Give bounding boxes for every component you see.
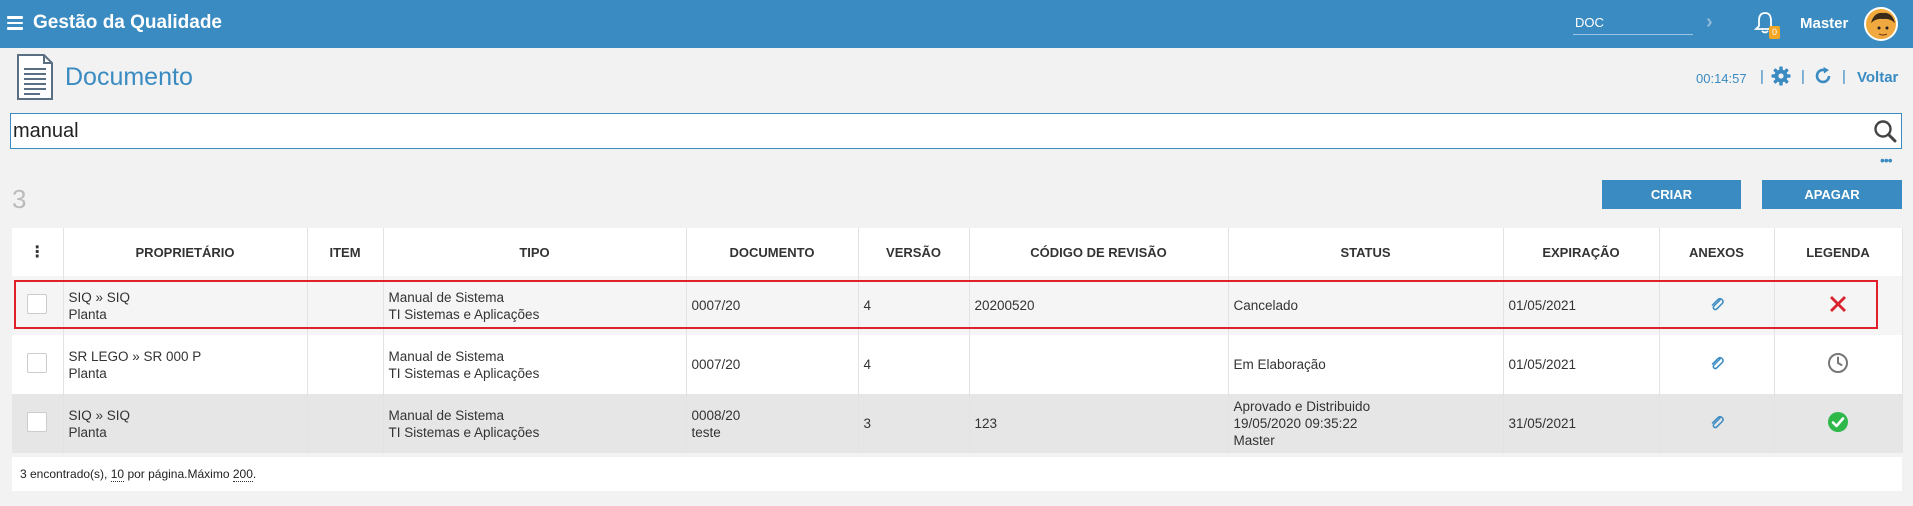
table-header-row: ⋮ PROPRIETÁRIO ITEM TIPO DOCUMENTO VERSÃ…: [12, 228, 1903, 276]
column-header[interactable]: EXPIRAÇÃO: [1503, 228, 1660, 276]
app-title: Gestão da Qualidade: [33, 12, 222, 33]
revision-code-cell: [969, 335, 1229, 394]
document-page-icon: [17, 54, 53, 100]
version-cell: 4: [858, 335, 970, 394]
document-cell: 0007/20: [686, 335, 859, 394]
delete-button[interactable]: APAGAR: [1762, 180, 1902, 209]
gear-icon[interactable]: [1771, 66, 1791, 86]
document-cell: 0008/20 teste: [686, 394, 859, 453]
more-options-icon[interactable]: •••: [1880, 152, 1893, 168]
column-header[interactable]: TIPO: [383, 228, 687, 276]
divider: |: [1801, 68, 1805, 85]
column-header[interactable]: ITEM: [307, 228, 384, 276]
chevron-right-icon[interactable]: ›: [1706, 11, 1713, 34]
paperclip-icon[interactable]: [1709, 355, 1725, 371]
top-bar: Gestão da Qualidade › 0 Master: [0, 0, 1913, 48]
back-link[interactable]: Voltar: [1857, 69, 1898, 86]
notification-badge: 0: [1769, 26, 1780, 39]
table-row[interactable]: SIQ » SIQ Planta Manual de Sistema TI Sist…: [12, 394, 1903, 453]
check-icon: [1828, 411, 1848, 432]
column-header[interactable]: ANEXOS: [1659, 228, 1775, 276]
version-cell: 3: [858, 394, 970, 453]
search-input[interactable]: [13, 117, 1853, 145]
page-title: Documento: [65, 63, 193, 91]
footer-end: .: [252, 467, 257, 481]
owner-cell: SR LEGO » SR 000 P Planta: [63, 335, 308, 394]
refresh-icon[interactable]: [1813, 66, 1833, 86]
search-box: [10, 113, 1902, 149]
doc-search-input[interactable]: [1573, 11, 1693, 35]
per-page-text: por página.Máximo: [127, 467, 230, 481]
column-header[interactable]: LEGENDA: [1774, 228, 1903, 276]
column-header[interactable]: VERSÃO: [858, 228, 970, 276]
clock-icon: [1828, 352, 1848, 373]
column-header[interactable]: STATUS: [1228, 228, 1504, 276]
item-cell: [307, 335, 384, 394]
paperclip-icon[interactable]: [1709, 414, 1725, 430]
type-cell: Manual de Sistema TI Sistemas e Aplicaçõe…: [383, 394, 687, 453]
column-header[interactable]: PROPRIETÁRIO: [63, 228, 308, 276]
divider: |: [1760, 68, 1764, 85]
owner-cell: SIQ » SIQ Planta: [63, 394, 308, 453]
item-cell: [307, 394, 384, 453]
user-name[interactable]: Master: [1800, 15, 1848, 32]
search-icon[interactable]: [1873, 119, 1897, 143]
session-timer: 00:14:57: [1696, 71, 1747, 86]
table-row[interactable]: SR LEGO » SR 000 P Planta Manual de Siste…: [12, 335, 1903, 394]
row-checkbox[interactable]: [27, 411, 48, 432]
column-header[interactable]: CÓDIGO DE REVISÃO: [969, 228, 1229, 276]
hamburger-menu-icon[interactable]: [7, 16, 23, 30]
row-highlight-frame: [14, 280, 1878, 329]
status-cell: Aprovado e Distribuido 19/05/2020 09:35:2…: [1228, 394, 1504, 453]
status-cell: Em Elaboração: [1228, 335, 1504, 394]
row-checkbox[interactable]: [27, 352, 48, 373]
max-results-link[interactable]: 200: [232, 467, 253, 482]
avatar[interactable]: [1864, 7, 1898, 41]
revision-code-cell: 123: [969, 394, 1229, 453]
pagination-footer: 3 encontrado(s), 10 por página.Máximo 20…: [12, 457, 1902, 491]
column-header[interactable]: DOCUMENTO: [686, 228, 859, 276]
found-count-text: 3 encontrado(s),: [20, 467, 108, 481]
column-menu-icon[interactable]: ⋮: [12, 228, 64, 276]
documents-table: ⋮ PROPRIETÁRIO ITEM TIPO DOCUMENTO VERSÃ…: [12, 228, 1903, 453]
per-page-link[interactable]: 10: [110, 467, 125, 482]
create-button[interactable]: CRIAR: [1602, 180, 1741, 209]
type-cell: Manual de Sistema TI Sistemas e Aplicaçõe…: [383, 335, 687, 394]
expiration-cell: 31/05/2021: [1503, 394, 1660, 453]
divider: |: [1842, 68, 1846, 85]
expiration-cell: 01/05/2021: [1503, 335, 1660, 394]
result-count: 3: [12, 184, 27, 214]
